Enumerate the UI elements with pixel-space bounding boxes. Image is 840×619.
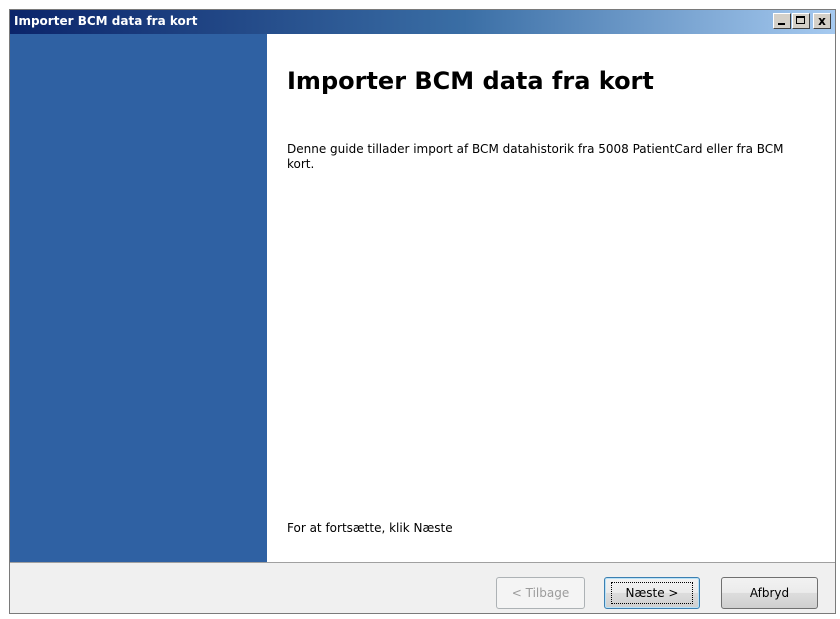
window-title: Importer BCM data fra kort (14, 14, 198, 28)
minimize-icon (778, 23, 785, 25)
cancel-button[interactable]: Afbryd (721, 577, 818, 609)
back-button-label: < Tilbage (511, 586, 570, 600)
minimize-button[interactable] (773, 13, 791, 29)
wizard-window: Importer BCM data fra kort x Importer BC… (9, 9, 836, 614)
wizard-content-panel: Importer BCM data fra kort Denne guide t… (267, 34, 835, 562)
continue-hint: For at fortsætte, klik Næste (287, 521, 453, 535)
cancel-button-label: Afbryd (749, 586, 790, 600)
next-button[interactable]: Næste > (604, 577, 700, 609)
window-controls: x (772, 13, 831, 31)
title-bar[interactable]: Importer BCM data fra kort x (10, 10, 835, 34)
wizard-client-area: Importer BCM data fra kort Denne guide t… (10, 34, 835, 613)
maximize-icon (796, 16, 805, 24)
close-button[interactable]: x (813, 13, 831, 29)
back-button[interactable]: < Tilbage (496, 577, 585, 609)
wizard-footer: < Tilbage Næste > Afbryd (10, 563, 835, 613)
maximize-button[interactable] (792, 13, 810, 29)
next-button-label: Næste > (610, 582, 694, 604)
page-title: Importer BCM data fra kort (287, 67, 654, 95)
wizard-side-banner (10, 34, 267, 562)
close-icon: x (818, 14, 826, 28)
wizard-description: Denne guide tillader import af BCM datah… (287, 142, 784, 171)
